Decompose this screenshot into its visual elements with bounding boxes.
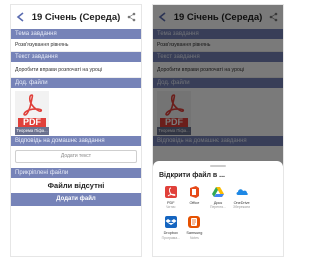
app-office[interactable]: Office <box>183 185 207 209</box>
phone-screen-left: 19 Січень (Середа) Тема завдання Розв'яз… <box>10 4 142 257</box>
app-onedrive[interactable]: OneDrive Збережати <box>230 185 254 209</box>
pdf-reader-icon <box>164 185 178 199</box>
pdf-label: PDF <box>18 118 46 127</box>
app-sub: Notes <box>189 235 199 240</box>
answer-input[interactable]: Додати текст <box>15 150 137 163</box>
sheet-handle[interactable] <box>210 165 226 167</box>
sheet-title: Відкрити файл в ... <box>159 172 225 179</box>
attachment-name: Теорема Піфа... <box>15 127 49 135</box>
app-bar: 19 Січень (Середа) <box>11 5 141 29</box>
onedrive-icon <box>235 185 249 199</box>
app-sub: Програма... <box>161 235 180 240</box>
app-drive[interactable]: Диск Перегля... <box>206 185 230 209</box>
add-file-button[interactable]: Додати файл <box>11 193 141 206</box>
app-samsung-notes[interactable]: Samsung Notes <box>183 215 207 240</box>
attachments-area: PDF Теорема Піфа... <box>11 88 141 136</box>
phone-screen-right: 19 Січень (Середа) Тема завдання Розв'яз… <box>152 4 284 257</box>
dropbox-icon <box>164 215 178 229</box>
share-icon[interactable] <box>127 12 136 22</box>
files-label: Дод. файли <box>11 78 141 88</box>
drive-icon <box>211 185 225 199</box>
text-label: Текст завдання <box>11 52 141 62</box>
pdf-attachment[interactable]: PDF Теорема Піфа... <box>15 91 49 135</box>
app-sub: Перегля... <box>210 205 226 210</box>
no-files-text: Файли відсутні <box>11 178 141 193</box>
app-pdf-reader[interactable]: PDF Читач <box>159 185 183 209</box>
office-icon <box>187 185 201 199</box>
answer-area: Додати текст <box>11 146 141 168</box>
app-sub: Збережати <box>233 205 251 210</box>
topic-value: Розв'язування рівнянь <box>11 39 141 52</box>
samsung-notes-icon <box>187 215 201 229</box>
open-with-sheet: Відкрити файл в ... PDF Читач Office Дис… <box>153 161 283 256</box>
text-value: Доробити вправи розпочаті на уроці <box>11 62 141 78</box>
app-dropbox[interactable]: Dropbox Програма... <box>159 215 183 240</box>
topic-label: Тема завдання <box>11 29 141 39</box>
back-arrow-icon[interactable] <box>16 12 25 22</box>
app-sub: Читач <box>166 205 176 210</box>
page-title: 19 Січень (Середа) <box>31 11 121 23</box>
attached-label: Прикріплені файли <box>11 168 141 178</box>
app-name: Office <box>189 201 200 205</box>
answer-label: Відповідь на домашнє завдання <box>11 136 141 146</box>
app-grid: PDF Читач Office Диск Перегля... OneDriv… <box>159 185 277 240</box>
